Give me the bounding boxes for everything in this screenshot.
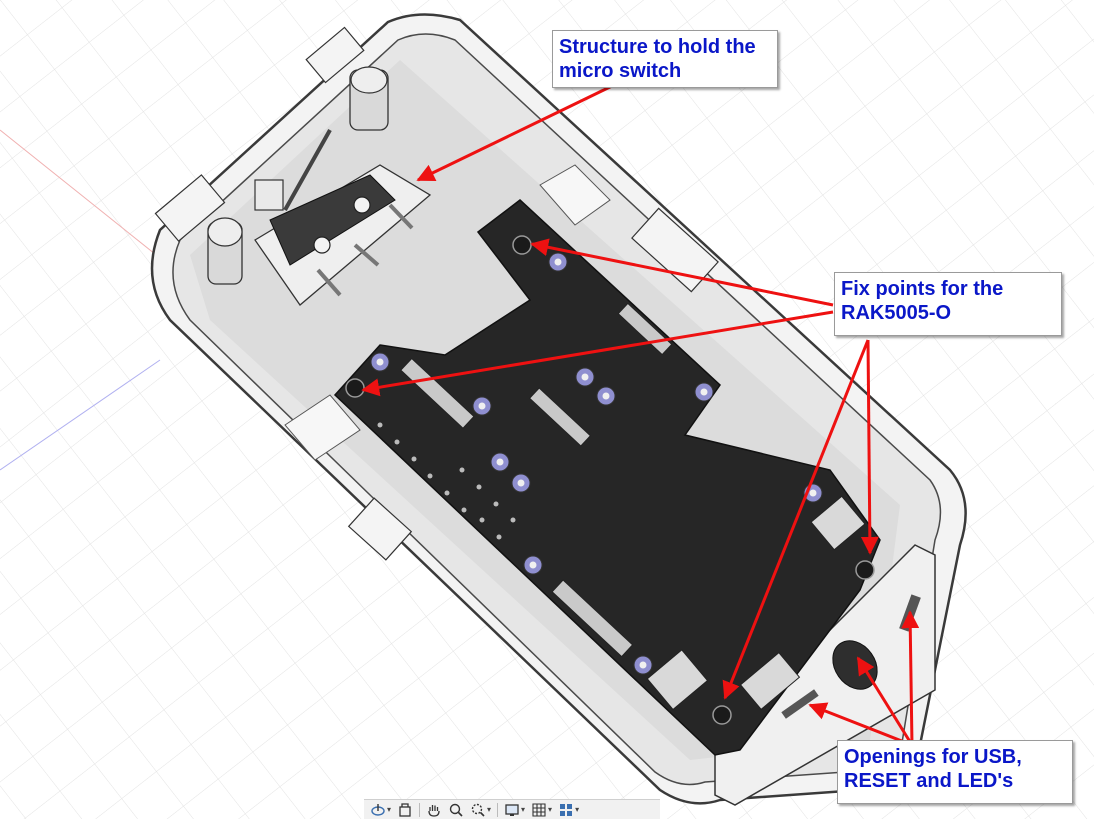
display-settings-button[interactable]: ▾: [502, 801, 527, 819]
chevron-down-icon: ▾: [521, 805, 526, 814]
chevron-down-icon: ▾: [575, 805, 580, 814]
look-at-button[interactable]: [395, 801, 415, 819]
callout-fix-points: Fix points for the RAK5005-O: [834, 272, 1062, 336]
viewports-icon: [560, 803, 573, 816]
zoom-icon: [449, 803, 463, 817]
zoom-button[interactable]: [446, 801, 466, 819]
orbit-icon: [371, 803, 385, 816]
fit-icon: [471, 803, 485, 817]
grid-settings-button[interactable]: ▾: [529, 801, 554, 819]
grid-settings-icon: [532, 802, 546, 817]
callout-fix-points-line2: RAK5005-O: [841, 302, 952, 324]
pan-button[interactable]: [424, 801, 444, 819]
callout-micro-switch-line1: Structure to hold the: [559, 36, 756, 58]
callout-openings-line2: RESET and LED's: [844, 770, 1014, 792]
chevron-down-icon: ▾: [548, 805, 553, 814]
viewports-button[interactable]: ▾: [556, 801, 581, 819]
cad-viewport[interactable]: [0, 0, 1094, 819]
callout-micro-switch-line2: micro switch: [559, 60, 682, 82]
orbit-button[interactable]: ▾: [368, 801, 393, 819]
callout-openings: Openings for USB, RESET and LED's: [837, 740, 1073, 804]
display-settings-icon: [505, 803, 519, 816]
look-at-icon: [399, 802, 411, 817]
callout-fix-points-line1: Fix points for the: [841, 278, 1004, 300]
navigation-toolbar: ▾ ▾ ▾ ▾ ▾: [364, 799, 660, 819]
callout-openings-line1: Openings for USB,: [844, 746, 1022, 768]
pan-icon: [428, 804, 440, 817]
chevron-down-icon: ▾: [387, 805, 392, 814]
toolbar-separator: [419, 802, 421, 817]
fit-button[interactable]: ▾: [468, 801, 493, 819]
chevron-down-icon: ▾: [487, 805, 492, 814]
callout-micro-switch: Structure to hold the micro switch: [552, 30, 778, 88]
toolbar-separator: [497, 802, 499, 817]
